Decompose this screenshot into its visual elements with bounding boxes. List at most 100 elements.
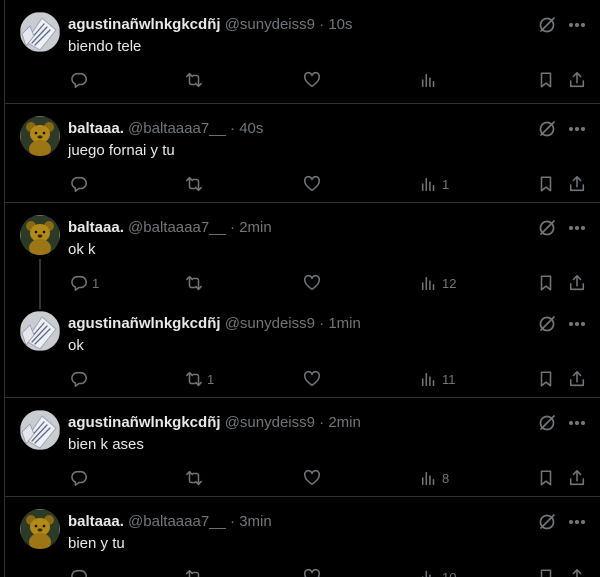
timestamp[interactable]: 2min	[239, 219, 272, 236]
avatar[interactable]	[20, 215, 60, 255]
tweet-text: ok k	[68, 241, 96, 258]
tweet-text: bien k ases	[68, 436, 144, 453]
like-button[interactable]	[303, 174, 321, 194]
more-icon[interactable]	[567, 413, 587, 433]
grok-icon[interactable]	[537, 512, 557, 532]
grok-icon[interactable]	[537, 314, 557, 334]
timestamp[interactable]: 40s	[239, 120, 263, 137]
retweet-button[interactable]	[185, 567, 207, 577]
tweet-header: baltaaa. @baltaaaa7__ · 40s	[68, 119, 263, 139]
retweet-button[interactable]: 1	[185, 369, 214, 389]
timestamp[interactable]: 3min	[239, 513, 272, 530]
more-icon[interactable]	[567, 218, 587, 238]
timestamp[interactable]: 2min	[328, 414, 361, 431]
display-name[interactable]: agustinañwlnkgkcdñj	[68, 16, 221, 33]
like-button[interactable]	[303, 273, 321, 293]
share-icon	[569, 176, 585, 192]
views-button[interactable]: 1	[420, 174, 449, 194]
handle[interactable]: @baltaaaa7__	[128, 120, 226, 137]
like-button[interactable]	[303, 70, 321, 90]
bookmark-button[interactable]	[537, 567, 555, 577]
views-icon	[421, 372, 435, 387]
views-button[interactable]	[420, 70, 442, 90]
timestamp[interactable]: 10s	[328, 16, 352, 33]
grok-icon[interactable]	[537, 218, 557, 238]
tweet[interactable]: agustinañwlnkgkcdñj @sunydeiss9 · 2min b…	[5, 398, 600, 497]
tweet[interactable]: baltaaa. @baltaaaa7__ · 3min bien y tu 1…	[5, 497, 600, 577]
bookmark-button[interactable]	[537, 70, 555, 90]
avatar[interactable]	[20, 12, 60, 52]
views-icon	[421, 570, 431, 577]
bookmark-button[interactable]	[537, 273, 555, 293]
tweet[interactable]: baltaaa. @baltaaaa7__ · 2min ok k 1 12	[5, 203, 600, 309]
tweet-text: ok	[68, 337, 84, 354]
retweet-button[interactable]	[185, 273, 207, 293]
retweet-button[interactable]	[185, 70, 207, 90]
share-icon	[569, 470, 585, 486]
more-icon[interactable]	[567, 512, 587, 532]
views-button[interactable]: 11	[420, 369, 456, 389]
reply-button[interactable]	[70, 567, 92, 577]
retweet-icon	[186, 72, 202, 88]
bookmark-button[interactable]	[537, 468, 555, 488]
tweet-top-icons	[537, 314, 587, 334]
like-button[interactable]	[303, 468, 321, 488]
avatar[interactable]	[20, 311, 60, 351]
tweet[interactable]: agustinañwlnkgkcdñj @sunydeiss9 · 10s bi…	[5, 0, 600, 104]
share-button[interactable]	[568, 174, 586, 194]
share-button[interactable]	[568, 567, 586, 577]
retweet-button[interactable]	[185, 174, 207, 194]
reply-button[interactable]	[70, 369, 92, 389]
reply-button[interactable]	[70, 468, 92, 488]
tweet[interactable]: baltaaa. @baltaaaa7__ · 40s juego fornai…	[5, 104, 600, 203]
grok-icon[interactable]	[537, 15, 557, 35]
display-name[interactable]: agustinañwlnkgkcdñj	[68, 315, 221, 332]
views-icon	[421, 276, 435, 291]
handle[interactable]: @sunydeiss9	[225, 16, 315, 33]
timestamp[interactable]: 1min	[328, 315, 361, 332]
retweet-icon	[186, 569, 200, 577]
bookmark-button[interactable]	[537, 369, 555, 389]
views-button[interactable]: 8	[420, 468, 449, 488]
display-name[interactable]: baltaaa.	[68, 513, 124, 530]
display-name[interactable]: baltaaa.	[68, 120, 124, 137]
grok-icon[interactable]	[537, 119, 557, 139]
like-button[interactable]	[303, 369, 321, 389]
tweet-actions: 8	[68, 468, 598, 488]
tweet-top-icons	[537, 119, 587, 139]
reply-button[interactable]	[70, 70, 92, 90]
like-button[interactable]	[303, 567, 321, 577]
views-button[interactable]: 12	[420, 273, 456, 293]
views-button[interactable]: 10	[420, 567, 456, 577]
avatar[interactable]	[20, 116, 60, 156]
handle[interactable]: @baltaaaa7__	[128, 219, 226, 236]
reply-button[interactable]: 1	[70, 273, 99, 293]
avatar[interactable]	[20, 410, 60, 450]
bookmark-button[interactable]	[537, 174, 555, 194]
bear-avatar-icon	[20, 116, 60, 156]
share-button[interactable]	[568, 273, 586, 293]
heart-icon	[303, 370, 321, 387]
share-button[interactable]	[568, 369, 586, 389]
paper-avatar-icon	[20, 410, 60, 450]
share-button[interactable]	[568, 468, 586, 488]
more-icon[interactable]	[567, 314, 587, 334]
handle[interactable]: @sunydeiss9	[225, 414, 315, 431]
more-icon[interactable]	[567, 15, 587, 35]
more-icon[interactable]	[567, 119, 587, 139]
display-name[interactable]: baltaaa.	[68, 219, 124, 236]
retweet-button[interactable]	[185, 468, 207, 488]
tweet[interactable]: agustinañwlnkgkcdñj @sunydeiss9 · 1min o…	[5, 299, 600, 398]
tweet-actions: 1 11	[68, 369, 598, 389]
reply-button[interactable]	[70, 174, 92, 194]
display-name[interactable]: agustinañwlnkgkcdñj	[68, 414, 221, 431]
handle[interactable]: @baltaaaa7__	[128, 513, 226, 530]
view-count: 11	[442, 371, 456, 387]
handle[interactable]: @sunydeiss9	[225, 315, 315, 332]
share-icon	[569, 72, 585, 88]
grok-icon[interactable]	[537, 413, 557, 433]
view-count: 1	[442, 176, 450, 192]
share-button[interactable]	[568, 70, 586, 90]
retweet-count: 1	[207, 371, 215, 387]
avatar[interactable]	[20, 509, 60, 549]
